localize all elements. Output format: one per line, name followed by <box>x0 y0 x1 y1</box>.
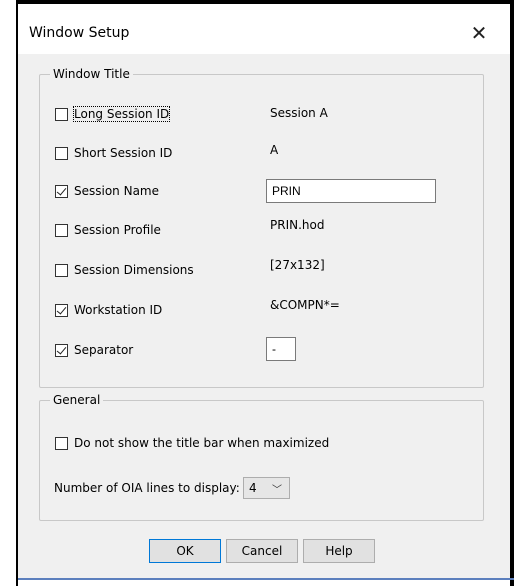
short-session-id-label: Short Session ID <box>74 146 173 160</box>
separator-checkbox[interactable] <box>55 343 68 357</box>
separator-input[interactable] <box>266 337 296 361</box>
workstation-id-option[interactable]: Workstation ID <box>55 300 162 320</box>
general-legend: General <box>50 393 104 407</box>
long-session-id-checkbox[interactable] <box>55 107 68 121</box>
oia-lines-value: 4 <box>249 481 257 495</box>
workstation-id-checkbox[interactable] <box>55 303 68 317</box>
short-session-id-option[interactable]: Short Session ID <box>55 143 172 163</box>
window-setup-dialog: Window Setup ✕ Window Title Long Session… <box>18 4 510 578</box>
session-name-option[interactable]: Session Name <box>55 181 159 201</box>
session-dimensions-checkbox[interactable] <box>55 263 68 277</box>
help-button[interactable]: Help <box>303 539 375 563</box>
oia-lines-label: Number of OIA lines to display: <box>54 481 240 495</box>
close-icon[interactable]: ✕ <box>462 18 496 48</box>
cancel-button[interactable]: Cancel <box>226 539 298 563</box>
session-dimensions-label: Session Dimensions <box>74 263 194 277</box>
short-session-id-value: A <box>270 143 279 157</box>
ok-button[interactable]: OK <box>149 539 221 563</box>
window-title-legend: Window Title <box>50 67 133 81</box>
dialog-title: Window Setup <box>29 25 130 41</box>
chevron-down-icon: ﹀ <box>272 485 282 496</box>
session-profile-value: PRIN.hod <box>270 218 325 232</box>
long-session-id-value: Session A <box>270 106 328 120</box>
hide-title-bar-checkbox[interactable] <box>55 436 68 450</box>
oia-lines-select[interactable]: 4 ﹀ <box>243 477 290 499</box>
workstation-id-value: &COMPN*= <box>270 298 340 312</box>
session-profile-checkbox[interactable] <box>55 223 68 237</box>
long-session-id-label: Long Session ID <box>72 106 171 122</box>
workstation-id-label: Workstation ID <box>74 303 163 317</box>
session-name-checkbox[interactable] <box>55 184 68 198</box>
window-border-bottom <box>18 578 514 580</box>
session-dimensions-value: [27x132] <box>270 258 325 272</box>
hide-title-bar-option[interactable]: Do not show the title bar when maximized <box>55 433 329 453</box>
hide-title-bar-label: Do not show the title bar when maximized <box>74 436 330 450</box>
title-bar: Window Setup ✕ <box>18 4 510 54</box>
session-name-input[interactable] <box>266 179 436 203</box>
general-group: General <box>39 393 484 521</box>
session-dimensions-option[interactable]: Session Dimensions <box>55 260 194 280</box>
short-session-id-checkbox[interactable] <box>55 146 68 160</box>
long-session-id-option[interactable]: Long Session ID <box>55 104 171 124</box>
session-profile-label: Session Profile <box>74 223 161 237</box>
session-name-label: Session Name <box>74 184 160 198</box>
separator-option[interactable]: Separator <box>55 340 133 360</box>
session-profile-option[interactable]: Session Profile <box>55 220 161 240</box>
separator-label: Separator <box>74 343 134 357</box>
window-border-right <box>510 0 514 586</box>
